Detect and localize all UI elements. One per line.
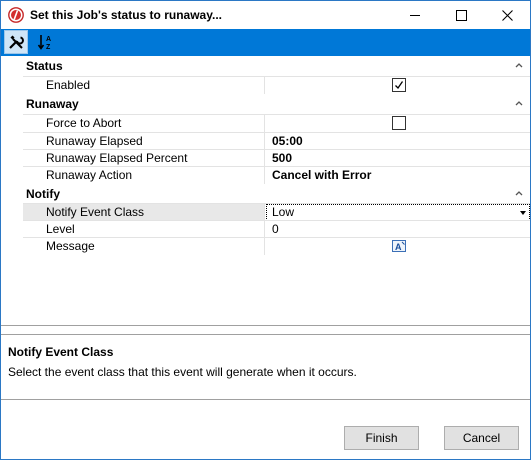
category-runaway[interactable]: Runaway — [1, 95, 530, 113]
property-name: Notify Event Class — [23, 204, 265, 221]
property-name: Runaway Elapsed — [23, 133, 265, 150]
category-notify[interactable]: Notify — [1, 185, 530, 203]
toolbar: A Z — [1, 29, 530, 56]
category-label: Status — [26, 59, 63, 73]
category-label: Runaway — [26, 97, 79, 111]
svg-text:Z: Z — [46, 44, 51, 51]
maximize-button[interactable] — [438, 1, 484, 29]
sort-ascending-button[interactable]: A Z — [34, 30, 58, 54]
maximize-icon — [455, 9, 467, 21]
property-value: A — [266, 238, 530, 255]
select-value: Low — [272, 205, 295, 219]
property-value[interactable]: Cancel with Error — [266, 167, 530, 184]
property-name: Force to Abort — [23, 115, 265, 132]
collapse-icon[interactable] — [514, 188, 524, 198]
title-bar: Set this Job's status to runaway... — [1, 1, 530, 29]
category-label: Notify — [26, 187, 60, 201]
enabled-checkbox[interactable] — [392, 78, 406, 92]
property-grid: Status Enabled Runaway Force to Abort Ru… — [1, 57, 530, 326]
collapse-icon[interactable] — [514, 98, 524, 108]
property-value — [266, 115, 530, 132]
property-value — [266, 77, 530, 94]
property-value: Low — [266, 204, 530, 221]
description-panel: Notify Event Class Select the event clas… — [1, 334, 530, 400]
close-button[interactable] — [484, 1, 530, 29]
properties-tools-button[interactable] — [4, 30, 28, 54]
close-icon — [501, 9, 513, 21]
property-name: Message — [23, 238, 265, 255]
event-class-select[interactable]: Low — [266, 204, 530, 221]
collapse-icon[interactable] — [514, 60, 524, 70]
category-status[interactable]: Status — [1, 57, 530, 75]
property-name: Runaway Elapsed Percent — [23, 150, 265, 167]
wrench-screwdriver-icon — [9, 35, 24, 49]
property-name: Runaway Action — [23, 167, 265, 184]
text-editor-icon[interactable]: A — [392, 240, 406, 252]
property-row-force-to-abort[interactable]: Force to Abort — [23, 114, 530, 132]
property-name: Enabled — [23, 77, 265, 94]
dialog-window: Set this Job's status to runaway... A Z … — [0, 0, 531, 460]
cancel-button[interactable]: Cancel — [444, 426, 519, 450]
force-to-abort-checkbox[interactable] — [392, 116, 406, 130]
window-title: Set this Job's status to runaway... — [30, 8, 223, 22]
minimize-button[interactable] — [392, 1, 438, 29]
description-text: Select the event class that this event w… — [8, 365, 357, 379]
svg-text:A: A — [395, 242, 402, 252]
property-row-message[interactable]: Message A — [23, 237, 530, 255]
svg-text:A: A — [46, 36, 51, 43]
property-row-runaway-elapsed-percent[interactable]: Runaway Elapsed Percent 500 — [23, 149, 530, 167]
property-row-notify-event-class[interactable]: Notify Event Class Low — [23, 203, 530, 221]
property-row-runaway-elapsed[interactable]: Runaway Elapsed 05:00 — [23, 132, 530, 150]
property-value[interactable]: 05:00 — [266, 133, 530, 150]
app-logo-icon — [8, 7, 24, 23]
property-row-runaway-action[interactable]: Runaway Action Cancel with Error — [23, 166, 530, 184]
sort-az-icon: A Z — [37, 35, 51, 51]
property-row-enabled[interactable]: Enabled — [23, 76, 530, 94]
property-value[interactable]: 500 — [266, 150, 530, 167]
minimize-icon — [410, 14, 420, 16]
dropdown-arrow-icon[interactable] — [520, 211, 526, 215]
description-title: Notify Event Class — [8, 345, 114, 359]
property-value[interactable]: 0 — [266, 221, 530, 238]
checkmark-icon — [395, 81, 404, 90]
property-row-level[interactable]: Level 0 — [23, 220, 530, 238]
finish-button[interactable]: Finish — [344, 426, 419, 450]
property-name: Level — [23, 221, 265, 238]
